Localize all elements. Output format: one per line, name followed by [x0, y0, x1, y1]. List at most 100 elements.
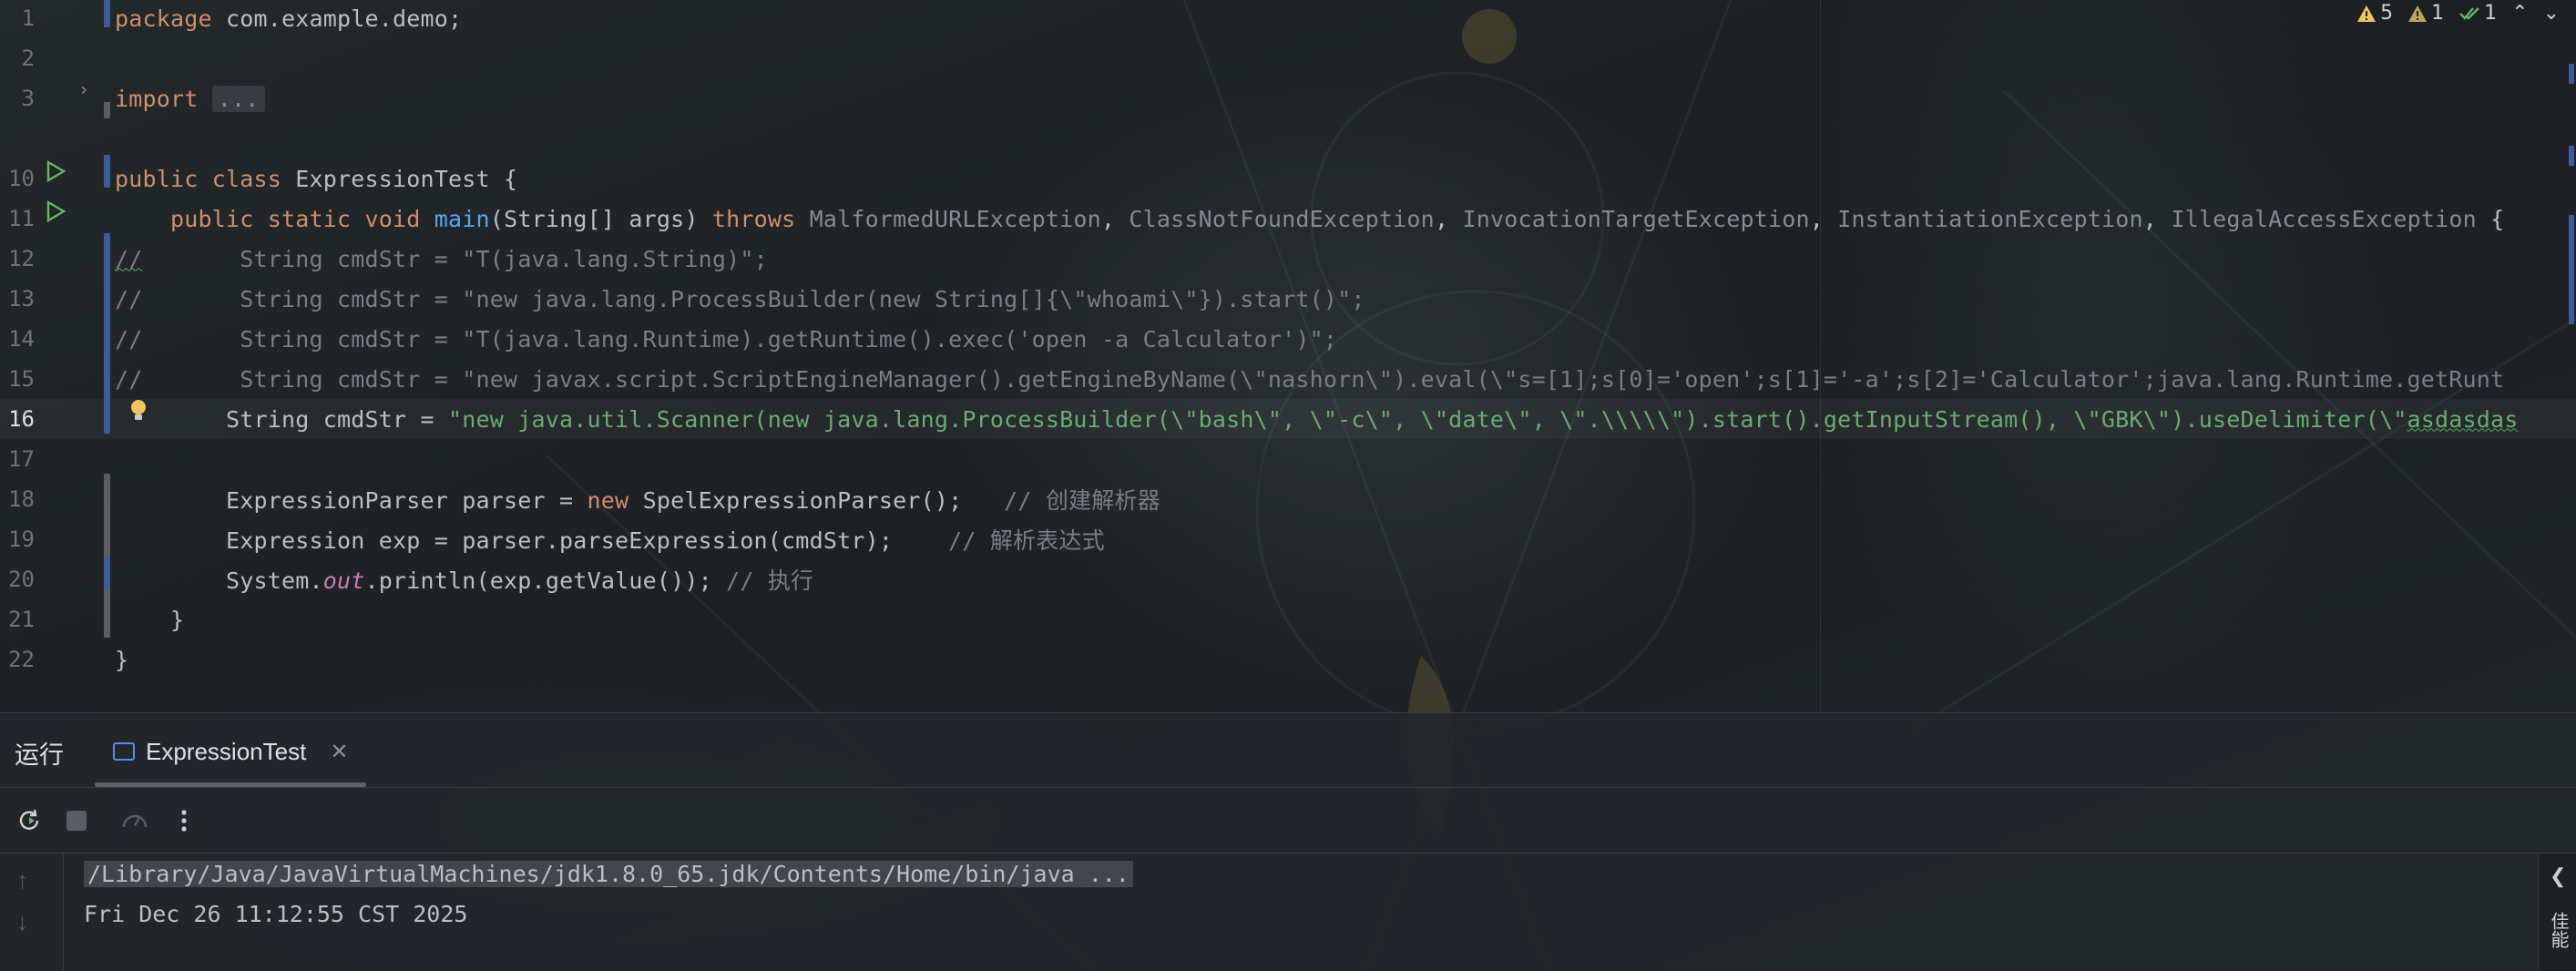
- vcs-change-marker[interactable]: [104, 0, 110, 27]
- line-number[interactable]: 18: [0, 486, 35, 512]
- code-editor[interactable]: 5 1 1 ⌃ ⌄ 1 package com.example.demo; 2 3 im…: [0, 0, 2576, 712]
- line-number[interactable]: 10: [0, 166, 35, 191]
- inspection-widget[interactable]: 5 1 1 ⌃ ⌄: [2356, 2, 2560, 25]
- ok-count: 1: [2484, 2, 2498, 25]
- code-line[interactable]: 15 // String cmdStr = "new javax.script.S…: [0, 359, 2576, 399]
- editor-scroll-markers[interactable]: [2567, 0, 2576, 712]
- scroll-down-arrow-icon[interactable]: ↓: [16, 908, 28, 936]
- code-text[interactable]: // String cmdStr = "T(java.lang.Runtime)…: [115, 326, 1337, 353]
- code-line[interactable]: 14 // String cmdStr = "T(java.lang.Runtim…: [0, 319, 2576, 359]
- close-icon[interactable]: ✕: [330, 739, 348, 765]
- weak-warnings-count: 1: [2431, 2, 2445, 25]
- code-line[interactable]: 12 // String cmdStr = "T(java.lang.String…: [0, 239, 2576, 279]
- chevron-left-icon[interactable]: ❮: [2550, 864, 2566, 888]
- weak-warnings-indicator[interactable]: 1: [2407, 2, 2444, 25]
- code-text[interactable]: // String cmdStr = "new javax.script.Scr…: [115, 366, 2504, 393]
- vcs-change-marker[interactable]: [104, 233, 110, 434]
- chevron-down-icon[interactable]: ⌄: [2543, 2, 2560, 25]
- tool-window-title[interactable]: 运行: [15, 735, 64, 771]
- ok-indicator[interactable]: 1: [2458, 2, 2497, 25]
- tool-window-header: 运行 ExpressionTest ✕: [0, 713, 2576, 788]
- double-check-icon: [2459, 6, 2479, 20]
- run-toolbar: [0, 788, 2576, 853]
- line-number[interactable]: 1: [0, 5, 35, 31]
- vcs-change-marker[interactable]: [104, 474, 110, 638]
- change-marker: [2569, 64, 2574, 84]
- gauge-icon: [122, 814, 148, 828]
- console-output[interactable]: /Library/Java/JavaVirtualMachines/jdk1.8…: [84, 853, 1133, 934]
- code-text[interactable]: String cmdStr = "new java.util.Scanner(n…: [115, 406, 2518, 433]
- rerun-icon: [19, 809, 39, 830]
- line-number[interactable]: 12: [0, 246, 35, 271]
- code-text[interactable]: import ...: [115, 85, 265, 112]
- tab-expression-test[interactable]: ExpressionTest ✕: [113, 731, 348, 772]
- scroll-up-arrow-icon[interactable]: ↑: [16, 866, 28, 894]
- code-text[interactable]: }: [115, 647, 128, 673]
- warnings-count: 5: [2380, 2, 2394, 25]
- line-number[interactable]: 22: [0, 647, 35, 672]
- chevron-up-icon[interactable]: ⌃: [2511, 2, 2528, 25]
- vcs-change-marker[interactable]: [104, 102, 110, 118]
- line-number[interactable]: 19: [0, 526, 35, 552]
- code-line[interactable]: 17: [0, 439, 2576, 479]
- line-number[interactable]: 20: [0, 567, 35, 592]
- more-options-button[interactable]: [169, 806, 199, 835]
- code-line[interactable]: 22}: [0, 639, 2576, 680]
- kebab-menu-icon: [181, 810, 187, 832]
- code-line[interactable]: 3 import ...: [0, 78, 2576, 118]
- line-number[interactable]: 3: [0, 86, 35, 111]
- console-command-line[interactable]: /Library/Java/JavaVirtualMachines/jdk1.8…: [84, 860, 1133, 887]
- rerun-button[interactable]: [15, 806, 44, 835]
- code-line[interactable]: 20 System.out.println(exp.getValue()); /…: [0, 559, 2576, 599]
- code-line[interactable]: 2: [0, 38, 2576, 78]
- line-number[interactable]: 17: [0, 446, 35, 472]
- code-line[interactable]: 18 ExpressionParser parser = new SpelExp…: [0, 479, 2576, 519]
- line-number[interactable]: 21: [0, 607, 35, 632]
- console-side-toolbar: ↑ ↓: [0, 853, 64, 971]
- folded-imports[interactable]: ...: [211, 85, 265, 112]
- vcs-change-marker[interactable]: [104, 557, 110, 590]
- change-marker: [2569, 146, 2574, 166]
- active-tab-indicator: [95, 782, 366, 787]
- run-gutter-icon[interactable]: [44, 199, 67, 223]
- code-text[interactable]: // String cmdStr = "new java.lang.Proces…: [115, 286, 1365, 312]
- run-tool-window[interactable]: 运行 ExpressionTest ✕ ↑ ↓ /Library/Java/Ja…: [0, 712, 2576, 971]
- warnings-indicator[interactable]: 5: [2356, 2, 2393, 25]
- code-line[interactable]: 21 }: [0, 599, 2576, 639]
- code-text[interactable]: public class ExpressionTest {: [115, 166, 517, 192]
- fold-arrow-icon[interactable]: ›: [78, 78, 89, 100]
- weak-warning-icon: [2408, 5, 2428, 22]
- code-text[interactable]: ExpressionParser parser = new SpelExpres…: [115, 483, 1160, 516]
- code-line[interactable]: 1 package com.example.demo;: [0, 0, 2576, 38]
- code-text[interactable]: System.out.println(exp.getValue()); // 执…: [115, 563, 813, 596]
- code-line[interactable]: 19 Expression exp = parser.parseExpressi…: [0, 519, 2576, 559]
- line-number[interactable]: 2: [0, 46, 35, 71]
- code-line[interactable]: 13 // String cmdStr = "new java.lang.Proc…: [0, 279, 2576, 319]
- code-text[interactable]: Expression exp = parser.parseExpression(…: [115, 523, 1105, 556]
- line-number[interactable]: 13: [0, 286, 35, 312]
- tab-label: ExpressionTest: [146, 737, 307, 765]
- run-gutter-icon[interactable]: [44, 159, 67, 183]
- stop-button[interactable]: [62, 806, 91, 835]
- warning-icon: [2357, 5, 2377, 22]
- line-number[interactable]: 16: [0, 406, 35, 432]
- code-line[interactable]: 11 public static void main(String[] args…: [0, 199, 2576, 239]
- side-panel-label[interactable]: 佳能: [2546, 912, 2572, 948]
- console-tab-icon: [113, 742, 135, 761]
- code-text[interactable]: package com.example.demo;: [115, 5, 462, 32]
- profiler-button[interactable]: [120, 806, 149, 835]
- change-marker: [2569, 215, 2574, 324]
- stop-icon: [66, 811, 87, 831]
- line-number[interactable]: 14: [0, 326, 35, 352]
- code-line[interactable]: 10 public class ExpressionTest {: [0, 158, 2576, 199]
- lightbulb-icon[interactable]: [128, 397, 149, 424]
- line-number[interactable]: 15: [0, 366, 35, 392]
- right-side-strip[interactable]: ❮ 佳能: [2538, 853, 2576, 971]
- code-line[interactable]: 16 String cmdStr = "new java.util.Scanne…: [0, 399, 2576, 439]
- code-text[interactable]: public static void main(String[] args) t…: [115, 206, 2504, 232]
- vcs-change-marker[interactable]: [104, 155, 110, 188]
- console-output-line: Fri Dec 26 11:12:55 CST 2025: [84, 900, 468, 927]
- code-text[interactable]: }: [115, 607, 184, 633]
- code-text[interactable]: // String cmdStr = "T(java.lang.String)"…: [115, 246, 768, 272]
- line-number[interactable]: 11: [0, 206, 35, 231]
